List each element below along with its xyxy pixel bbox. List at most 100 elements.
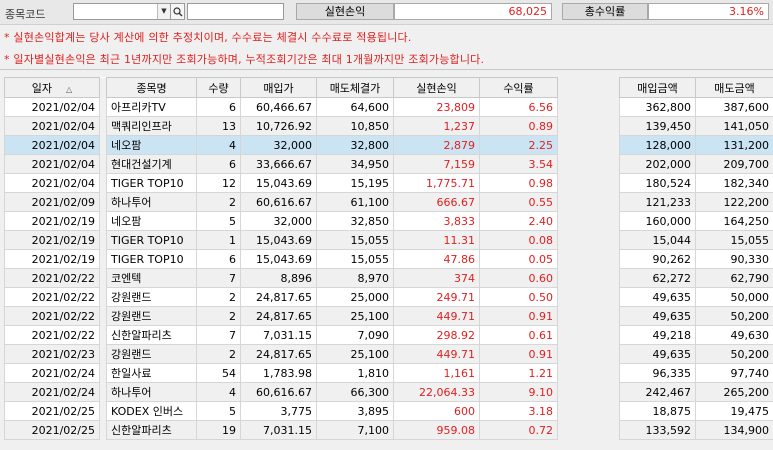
table-row[interactable]: 2021/02/04 네오팜 4 32,000 32,800 2,879 2.25: [4, 135, 558, 155]
table-row[interactable]: 2021/02/24 한일사료 54 1,783.98 1,810 1,161 1.21: [4, 363, 558, 383]
row-gap: [99, 230, 107, 250]
row-gap: [99, 306, 107, 326]
table-row[interactable]: 2021/02/04 아프리카TV 6 60,466.67 64,600 23,809 6.…: [4, 97, 558, 117]
table-row[interactable]: 2021/02/24 하나투어 4 60,616.67 66,300 22,064.33 9…: [4, 382, 558, 402]
table-row[interactable]: 2021/02/22 강원랜드 2 24,817.65 25,000 249.71 0.50: [4, 287, 558, 307]
row-sell-price: 7,090: [316, 325, 394, 345]
row-sell-amount: 62,790: [695, 268, 773, 288]
col-header-sell-price[interactable]: 매도체결가: [316, 77, 394, 98]
table-row[interactable]: 2021/02/19 TIGER TOP10 1 15,043.69 15,055 11.…: [4, 230, 558, 250]
row-qty: 4: [196, 382, 241, 402]
col-header-buy-price[interactable]: 매입가: [240, 77, 317, 98]
row-sell-amount: 19,475: [695, 401, 773, 421]
col-header-return-rate[interactable]: 수익률: [479, 77, 558, 98]
table-row[interactable]: 2021/02/22 신한알파리츠 7 7,031.15 7,090 298.92 0.61: [4, 325, 558, 345]
sort-up-icon[interactable]: △: [66, 85, 72, 94]
stock-code-combo[interactable]: ▼: [73, 3, 171, 20]
table-row[interactable]: 2021/02/22 강원랜드 2 24,817.65 25,100 449.71 0.91: [4, 306, 558, 326]
row-stock-name: 강원랜드: [106, 344, 197, 364]
row-return-rate: 0.55: [479, 192, 558, 212]
row-buy-price: 15,043.69: [240, 249, 317, 269]
realized-pnl-value: 68,025: [394, 3, 552, 20]
row-qty: 54: [196, 363, 241, 383]
chevron-down-icon[interactable]: ▼: [157, 4, 170, 19]
table-row[interactable]: 2021/02/04 현대건설기계 6 33,666.67 34,950 7,159 3.5…: [4, 154, 558, 174]
table-row[interactable]: 49,218 49,630: [619, 325, 773, 345]
row-buy-amount: 133,592: [619, 420, 696, 440]
col-header-realized-pnl[interactable]: 실현손익: [393, 77, 480, 98]
col-header-sell-amount[interactable]: 매도금액: [695, 77, 773, 98]
table-row[interactable]: 121,233 122,200: [619, 192, 773, 212]
table-row[interactable]: 2021/02/25 KODEX 인버스 5 3,775 3,895 600 3.18: [4, 401, 558, 421]
row-stock-name: 신한알파리츠: [106, 420, 197, 440]
table-row[interactable]: 362,800 387,600: [619, 97, 773, 117]
table-row[interactable]: 15,044 15,055: [619, 230, 773, 250]
row-gap: [99, 135, 107, 155]
row-buy-price: 15,043.69: [240, 230, 317, 250]
row-gap: [99, 363, 107, 383]
table-row[interactable]: 2021/02/22 코엔텍 7 8,896 8,970 374 0.60: [4, 268, 558, 288]
row-buy-amount: 362,800: [619, 97, 696, 117]
table-row[interactable]: 18,875 19,475: [619, 401, 773, 421]
table-row[interactable]: 49,635 50,000: [619, 287, 773, 307]
table-row[interactable]: 49,635 50,200: [619, 344, 773, 364]
row-sell-amount: 50,200: [695, 306, 773, 326]
table-row[interactable]: 139,450 141,050: [619, 116, 773, 136]
row-gap: [99, 268, 107, 288]
col-header-name[interactable]: 종목명: [106, 77, 197, 98]
row-buy-price: 7,031.15: [240, 325, 317, 345]
col-header-buy-amount[interactable]: 매입금액: [619, 77, 696, 98]
row-gap: [99, 116, 107, 136]
row-date: 2021/02/19: [4, 249, 100, 269]
table-row[interactable]: 160,000 164,250: [619, 211, 773, 231]
row-gap: [99, 325, 107, 345]
row-return-rate: 9.10: [479, 382, 558, 402]
row-sell-price: 25,000: [316, 287, 394, 307]
row-return-rate: 0.72: [479, 420, 558, 440]
table-row[interactable]: 2021/02/09 하나투어 2 60,616.67 61,100 666.67 0.55: [4, 192, 558, 212]
row-realized-pnl: 600: [393, 401, 480, 421]
row-qty: 5: [196, 211, 241, 231]
table-row[interactable]: 202,000 209,700: [619, 154, 773, 174]
table-row[interactable]: 242,467 265,200: [619, 382, 773, 402]
table-row[interactable]: 49,635 50,200: [619, 306, 773, 326]
table-row[interactable]: 62,272 62,790: [619, 268, 773, 288]
row-gap: [99, 173, 107, 193]
row-sell-price: 10,850: [316, 116, 394, 136]
stock-search-button[interactable]: [171, 3, 185, 20]
table-row[interactable]: 96,335 97,740: [619, 363, 773, 383]
row-buy-price: 32,000: [240, 211, 317, 231]
table-row[interactable]: 2021/02/19 네오팜 5 32,000 32,850 3,833 2.40: [4, 211, 558, 231]
col-header-date[interactable]: 일자 △: [4, 77, 100, 98]
table-row[interactable]: 133,592 134,900: [619, 420, 773, 440]
table-row[interactable]: 180,524 182,340: [619, 173, 773, 193]
row-sell-amount: 49,630: [695, 325, 773, 345]
row-stock-name: 아프리카TV: [106, 97, 197, 117]
row-stock-name: 네오팜: [106, 135, 197, 155]
stock-name-field[interactable]: [187, 3, 284, 20]
table-row[interactable]: 2021/02/04 맥쿼리인프라 13 10,726.92 10,850 1,237 0.…: [4, 116, 558, 136]
table-row[interactable]: 128,000 131,200: [619, 135, 773, 155]
col-header-qty[interactable]: 수량: [196, 77, 241, 98]
row-buy-amount: 121,233: [619, 192, 696, 212]
row-buy-price: 10,726.92: [240, 116, 317, 136]
amount-table-header: 매입금액 매도금액: [619, 77, 773, 98]
row-stock-name: 네오팜: [106, 211, 197, 231]
row-realized-pnl: 449.71: [393, 344, 480, 364]
row-qty: 6: [196, 97, 241, 117]
row-gap: [99, 154, 107, 174]
row-qty: 19: [196, 420, 241, 440]
row-gap: [99, 97, 107, 117]
row-date: 2021/02/19: [4, 211, 100, 231]
row-return-rate: 0.05: [479, 249, 558, 269]
row-qty: 1: [196, 230, 241, 250]
row-realized-pnl: 11.31: [393, 230, 480, 250]
row-buy-price: 7,031.15: [240, 420, 317, 440]
table-row[interactable]: 2021/02/25 신한알파리츠 19 7,031.15 7,100 959.08 0.7…: [4, 420, 558, 440]
table-row[interactable]: 2021/02/23 강원랜드 2 24,817.65 25,100 449.71 0.91: [4, 344, 558, 364]
row-return-rate: 1.21: [479, 363, 558, 383]
table-row[interactable]: 2021/02/04 TIGER TOP10 12 15,043.69 15,195 1,…: [4, 173, 558, 193]
table-row[interactable]: 2021/02/19 TIGER TOP10 6 15,043.69 15,055 47.…: [4, 249, 558, 269]
table-row[interactable]: 90,262 90,330: [619, 249, 773, 269]
row-date: 2021/02/04: [4, 135, 100, 155]
